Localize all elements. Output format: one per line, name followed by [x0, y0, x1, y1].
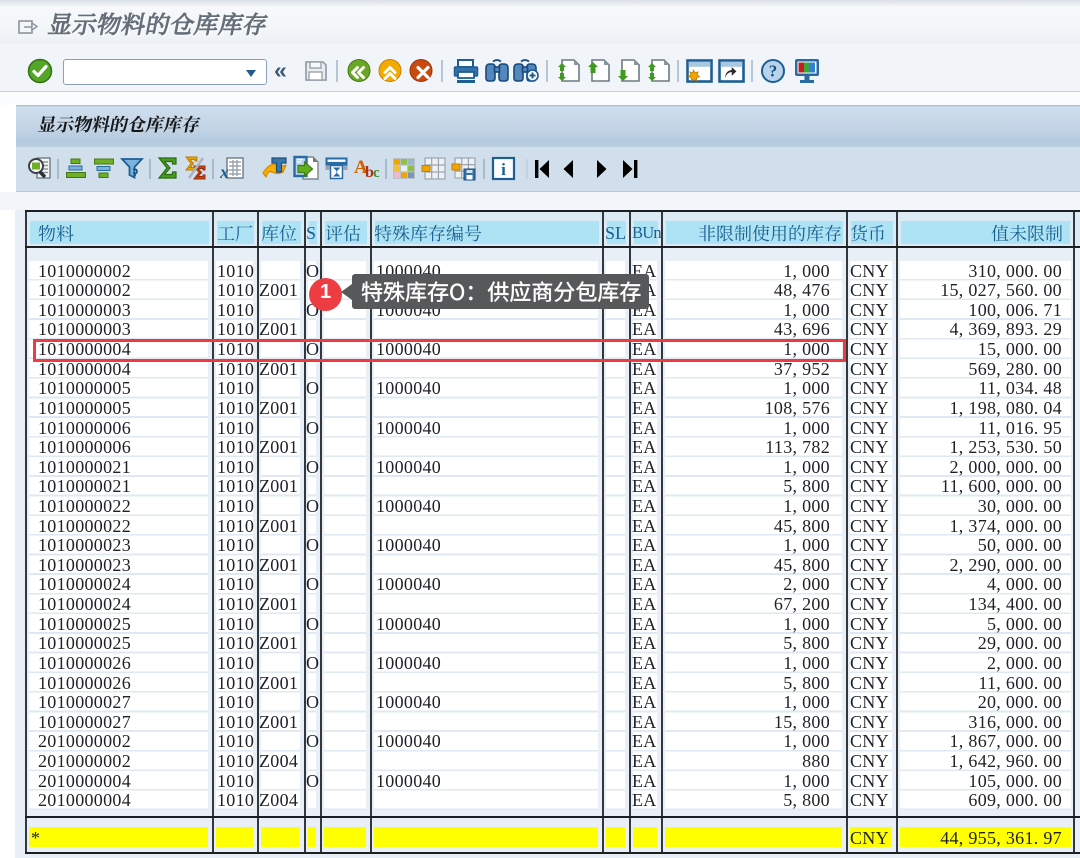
svg-text:i: i — [501, 160, 506, 179]
svg-text:?: ? — [769, 62, 778, 81]
svg-text:c: c — [373, 165, 380, 181]
svg-text:x: x — [220, 162, 229, 181]
